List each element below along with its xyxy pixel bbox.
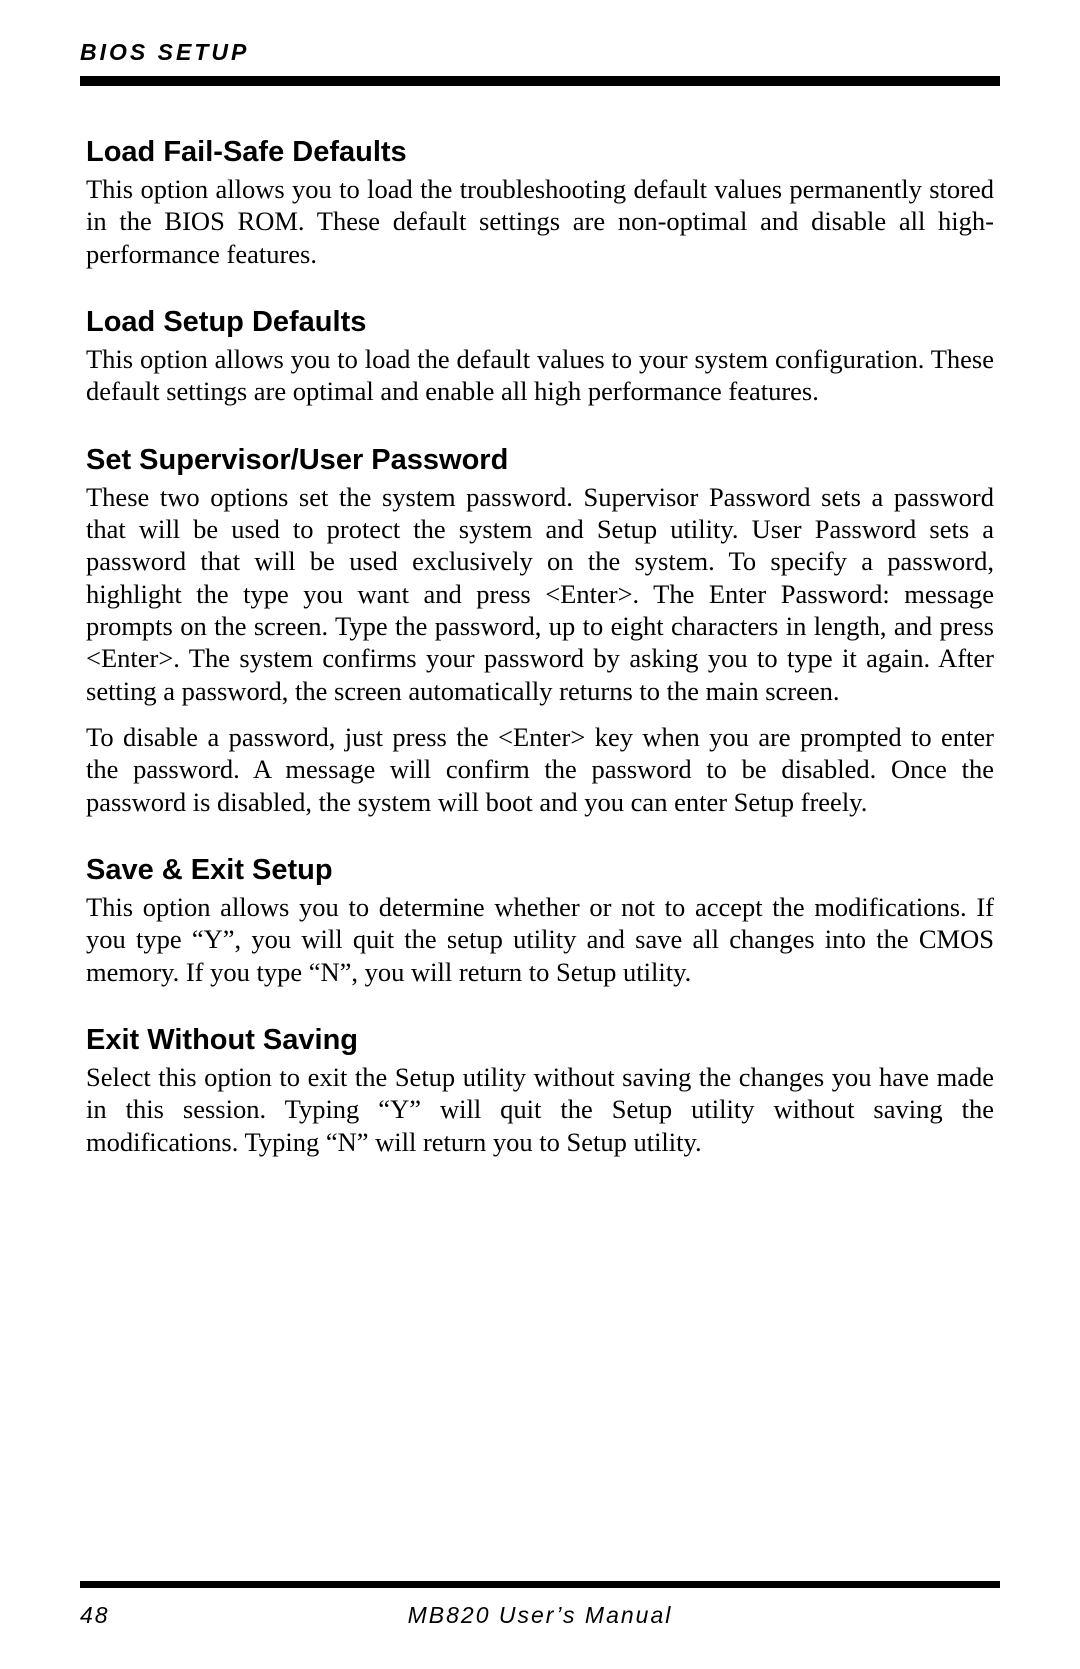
section-paragraph: To disable a password, just press the <E…	[86, 721, 994, 818]
section-heading: Exit Without Saving	[86, 1024, 994, 1057]
header-rule	[80, 76, 1000, 86]
section-paragraph: Select this option to exit the Setup uti…	[86, 1061, 994, 1158]
section-paragraph: This option allows you to load the defau…	[86, 343, 994, 408]
section-heading: Set Supervisor/User Password	[86, 444, 994, 477]
footer-row: 48 MB820 User’s Manual	[80, 1602, 1000, 1629]
section-heading: Load Fail-Safe Defaults	[86, 136, 994, 169]
section-heading: Load Setup Defaults	[86, 306, 994, 339]
content-area: Load Fail-Safe Defaults This option allo…	[80, 136, 1000, 1158]
footer-rule	[80, 1581, 1000, 1588]
header-label: BIOS SETUP	[80, 39, 1000, 66]
section-paragraph: These two options set the system passwor…	[86, 481, 994, 707]
section-paragraph: This option allows you to load the troub…	[86, 173, 994, 270]
footer-title: MB820 User’s Manual	[80, 1602, 1000, 1629]
section-paragraph: This option allows you to determine whet…	[86, 891, 994, 988]
page-footer: 48 MB820 User’s Manual	[80, 1581, 1000, 1629]
section-heading: Save & Exit Setup	[86, 854, 994, 887]
